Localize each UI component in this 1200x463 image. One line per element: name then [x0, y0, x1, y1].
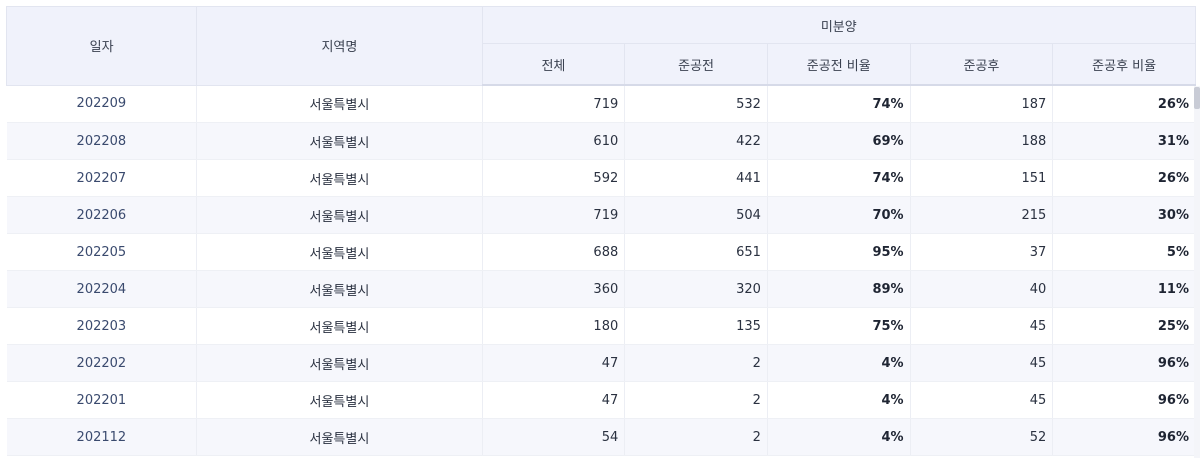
row-after-completion-ratio: 26%	[1052, 159, 1196, 197]
row-after-completion-ratio: 5%	[1052, 233, 1196, 271]
row-region: 서울특별시	[196, 344, 483, 382]
row-after-completion: 151	[910, 159, 1054, 197]
header-after-completion-ratio[interactable]: 준공후 비율	[1052, 43, 1196, 86]
row-date: 202209	[6, 85, 198, 123]
row-after-completion-ratio: 30%	[1052, 196, 1196, 234]
row-region: 서울특별시	[196, 85, 483, 123]
row-after-completion-ratio: 26%	[1052, 85, 1196, 123]
header-before-completion[interactable]: 준공전	[624, 43, 768, 86]
table-row[interactable]: 202205 서울특별시 688 651 95% 37 5%	[6, 233, 1196, 271]
row-after-completion: 45	[910, 344, 1054, 382]
row-before-completion: 504	[624, 196, 768, 234]
row-after-completion: 40	[910, 270, 1054, 308]
row-date: 202204	[6, 270, 198, 308]
row-before-completion: 2	[624, 381, 768, 419]
row-before-completion-ratio: 4%	[767, 381, 911, 419]
row-total: 180	[482, 307, 626, 345]
row-date: 202205	[6, 233, 198, 271]
row-total: 47	[482, 344, 626, 382]
row-date: 202207	[6, 159, 198, 197]
row-before-completion: 2	[624, 418, 768, 456]
header-group-unsold: 미분양	[481, 6, 1197, 44]
row-total: 719	[482, 85, 626, 123]
row-before-completion-ratio: 4%	[767, 418, 911, 456]
row-after-completion: 187	[910, 85, 1054, 123]
row-before-completion: 2	[624, 344, 768, 382]
row-after-completion-ratio: 96%	[1052, 381, 1196, 419]
row-after-completion: 188	[910, 122, 1054, 160]
row-before-completion: 422	[624, 122, 768, 160]
row-region: 서울특별시	[196, 418, 483, 456]
unsold-housing-table: 일자 지역명 미분양 전체 준공전 준공전 비율 준공후 준공후 비율 2022…	[6, 6, 1197, 456]
row-before-completion-ratio: 95%	[767, 233, 911, 271]
row-before-completion: 135	[624, 307, 768, 345]
row-region: 서울특별시	[196, 381, 483, 419]
header-total[interactable]: 전체	[481, 43, 626, 86]
data-grid: 일자 지역명 미분양 전체 준공전 준공전 비율 준공후 준공후 비율 2022…	[6, 6, 1200, 458]
row-date: 202201	[6, 381, 198, 419]
row-before-completion-ratio: 75%	[767, 307, 911, 345]
row-total: 688	[482, 233, 626, 271]
row-date: 202208	[6, 122, 198, 160]
table-row[interactable]: 202208 서울특별시 610 422 69% 188 31%	[6, 122, 1196, 160]
table-body: 202209 서울특별시 719 532 74% 187 26% 202208 서울특별시 610…	[6, 85, 1196, 456]
table-row[interactable]: 202207 서울특별시 592 441 74% 151 26%	[6, 159, 1196, 197]
table-row[interactable]: 202203 서울특별시 180 135 75% 45 25%	[6, 307, 1196, 345]
row-after-completion: 52	[910, 418, 1054, 456]
row-total: 360	[482, 270, 626, 308]
row-after-completion-ratio: 25%	[1052, 307, 1196, 345]
row-region: 서울특별시	[196, 307, 483, 345]
row-region: 서울특별시	[196, 270, 483, 308]
table-row[interactable]: 202204 서울특별시 360 320 89% 40 11%	[6, 270, 1196, 308]
row-total: 719	[482, 196, 626, 234]
row-before-completion: 320	[624, 270, 768, 308]
row-region: 서울특별시	[196, 196, 483, 234]
header-after-completion[interactable]: 준공후	[909, 43, 1054, 86]
row-total: 47	[482, 381, 626, 419]
row-after-completion: 45	[910, 307, 1054, 345]
row-after-completion-ratio: 11%	[1052, 270, 1196, 308]
table-row[interactable]: 202112 서울특별시 54 2 4% 52 96%	[6, 418, 1196, 456]
row-after-completion: 45	[910, 381, 1054, 419]
row-before-completion: 532	[624, 85, 768, 123]
row-before-completion-ratio: 74%	[767, 159, 911, 197]
row-date: 202206	[6, 196, 198, 234]
row-region: 서울특별시	[196, 159, 483, 197]
row-date: 202112	[6, 418, 198, 456]
header-before-completion-ratio[interactable]: 준공전 비율	[766, 43, 911, 86]
table-row[interactable]: 202209 서울특별시 719 532 74% 187 26%	[6, 85, 1196, 123]
scrollbar-track[interactable]	[1194, 86, 1200, 458]
table-row[interactable]: 202201 서울특별시 47 2 4% 45 96%	[6, 381, 1196, 419]
row-before-completion-ratio: 69%	[767, 122, 911, 160]
row-after-completion-ratio: 31%	[1052, 122, 1196, 160]
row-after-completion: 215	[910, 196, 1054, 234]
header-region[interactable]: 지역명	[196, 6, 483, 86]
row-after-completion-ratio: 96%	[1052, 418, 1196, 456]
row-date: 202202	[6, 344, 198, 382]
row-after-completion-ratio: 96%	[1052, 344, 1196, 382]
row-date: 202203	[6, 307, 198, 345]
row-before-completion-ratio: 4%	[767, 344, 911, 382]
row-region: 서울특별시	[196, 122, 483, 160]
row-before-completion-ratio: 89%	[767, 270, 911, 308]
row-before-completion-ratio: 74%	[767, 85, 911, 123]
table-row[interactable]: 202202 서울특별시 47 2 4% 45 96%	[6, 344, 1196, 382]
row-total: 610	[482, 122, 626, 160]
row-after-completion: 37	[910, 233, 1054, 271]
row-before-completion: 651	[624, 233, 768, 271]
table-row[interactable]: 202206 서울특별시 719 504 70% 215 30%	[6, 196, 1196, 234]
row-before-completion-ratio: 70%	[767, 196, 911, 234]
row-region: 서울특별시	[196, 233, 483, 271]
scrollbar-thumb[interactable]	[1194, 87, 1200, 109]
row-total: 592	[482, 159, 626, 197]
header-date[interactable]: 일자	[6, 6, 198, 86]
row-total: 54	[482, 418, 626, 456]
row-before-completion: 441	[624, 159, 768, 197]
table-header: 일자 지역명 미분양 전체 준공전 준공전 비율 준공후 준공후 비율	[6, 6, 1197, 86]
